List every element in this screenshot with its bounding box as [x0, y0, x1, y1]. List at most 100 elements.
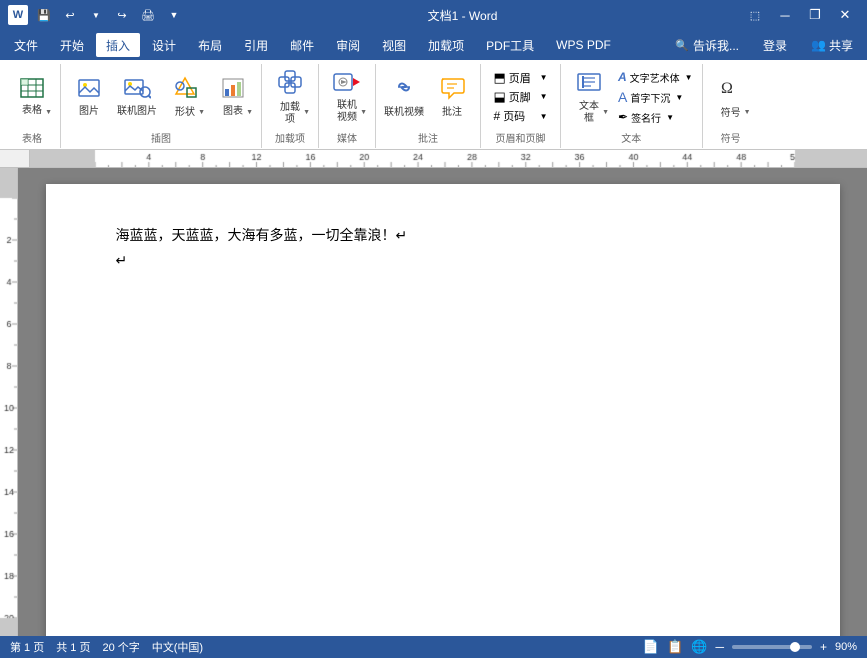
menu-item-mailings[interactable]: 邮件	[280, 33, 324, 57]
addon-icon	[277, 69, 303, 100]
ribbon-group-symbols-label: 符号	[721, 128, 741, 148]
doc-scroll-area[interactable]: 海蓝蓝，天蓝蓝，大海有多蓝，一切全靠浪！↵ ↵	[18, 168, 867, 636]
wordart-button[interactable]: A 文字艺术体 ▼	[615, 68, 696, 86]
doc-page[interactable]: 海蓝蓝，天蓝蓝，大海有多蓝，一切全靠浪！↵ ↵	[46, 184, 840, 636]
menu-item-home[interactable]: 开始	[50, 33, 94, 57]
footer-dropdown-arrow[interactable]: ▼	[540, 92, 548, 101]
textbox-button[interactable]: 文本框 ▼	[567, 68, 611, 126]
link-button[interactable]: 联机视频 ▼	[382, 68, 426, 126]
header-dropdown-arrow[interactable]: ▼	[540, 73, 548, 82]
menu-item-pdf-tools[interactable]: PDF工具	[476, 33, 544, 57]
page-indicator: 第 1 页	[10, 639, 44, 655]
ribbon-group-header-footer-label: 页眉和页脚	[496, 128, 546, 148]
total-pages-indicator: 共 1 页	[56, 639, 90, 655]
page-number-button-label: 页码	[503, 108, 525, 124]
save-qa-icon[interactable]: 💾	[34, 5, 54, 25]
shape-icon	[172, 76, 198, 105]
zoom-thumb	[790, 642, 800, 652]
shape-button-label: 形状	[175, 107, 195, 119]
shape-button[interactable]: 形状 ▼	[163, 68, 207, 126]
shape-dropdown-arrow: ▼	[198, 109, 205, 116]
page-number-dropdown-arrow[interactable]: ▼	[540, 112, 548, 121]
ribbon-toggle-icon[interactable]: ⬚	[741, 5, 769, 25]
dropcap-button-label: 首字下沉	[630, 90, 670, 105]
signature-dropdown-arrow[interactable]: ▼	[666, 113, 674, 122]
table-icon	[20, 78, 44, 103]
header-button-label: 页眉	[509, 70, 531, 86]
print-layout-view-icon[interactable]: 📋	[667, 639, 683, 655]
zoom-in-button[interactable]: +	[820, 640, 827, 654]
minimize-button[interactable]: ─	[771, 5, 799, 25]
header-icon: ⬒	[494, 70, 506, 86]
word-app-icon: W	[8, 5, 28, 25]
web-layout-view-icon[interactable]: 🌐	[691, 639, 707, 655]
login-button[interactable]: 登录	[753, 33, 797, 57]
link-dropdown-arrow: ▼	[417, 109, 424, 116]
read-mode-view-icon[interactable]: 📄	[643, 639, 659, 655]
dropcap-dropdown-arrow[interactable]: ▼	[675, 93, 683, 102]
document-area: 海蓝蓝，天蓝蓝，大海有多蓝，一切全靠浪！↵ ↵	[0, 150, 867, 636]
menu-item-file[interactable]: 文件	[4, 33, 48, 57]
chart-button[interactable]: 图表 ▼	[211, 68, 255, 126]
window-title: 文档1 - Word	[184, 7, 741, 24]
addon-button[interactable]: 加载项 ▼	[268, 68, 312, 126]
menu-item-view[interactable]: 视图	[372, 33, 416, 57]
header-footer-group: ⬒ 页眉 ▼ ⬓ 页脚 ▼ # 页码 ▼	[491, 68, 551, 126]
menu-item-review[interactable]: 审阅	[326, 33, 370, 57]
status-bar: 第 1 页 共 1 页 20 个字 中文(中国) 📄 📋 🌐 ─ + 90%	[0, 636, 867, 658]
menu-bar: 文件 开始 插入 设计 布局 引用 邮件 审阅 视图 加载项 PDF工具 WPS…	[0, 30, 867, 60]
chart-dropdown-arrow: ▼	[246, 109, 253, 116]
table-button-label: 表格	[22, 105, 42, 117]
menu-item-insert[interactable]: 插入	[96, 33, 140, 57]
signature-button[interactable]: ✒ 签名行 ▼	[615, 108, 696, 126]
online-image-button[interactable]: 联机图片	[115, 68, 159, 126]
menu-item-design[interactable]: 设计	[142, 33, 186, 57]
menu-item-addins[interactable]: 加载项	[418, 33, 474, 57]
textbox-icon	[576, 70, 602, 99]
dropcap-button[interactable]: A 首字下沉 ▼	[615, 88, 696, 106]
undo-dropdown-icon[interactable]: ▼	[86, 5, 106, 25]
ribbon-group-links: 联机视频 ▼ 批注 批注	[376, 64, 481, 148]
header-button[interactable]: ⬒ 页眉 ▼	[491, 69, 551, 87]
menu-bar-right: 🔍 告诉我... 登录 👥 共享	[665, 33, 863, 57]
wordart-icon: A	[618, 70, 627, 84]
textbox-dropdown-arrow: ▼	[602, 109, 609, 116]
ribbon-group-media-label: 媒体	[337, 128, 357, 148]
title-bar: W 💾 ↩ ▼ ↪ 🖨 ▼ 文档1 - Word ⬚ ─ ❐ ✕	[0, 0, 867, 30]
ruler-corner	[0, 150, 30, 168]
chart-button-label: 图表	[223, 106, 243, 118]
video-button-label: 联机视频	[337, 100, 357, 124]
symbol-dropdown-arrow: ▼	[744, 109, 751, 116]
signature-button-label: 签名行	[631, 110, 661, 125]
ribbon-group-illustrations-label: 插图	[151, 128, 171, 148]
online-image-button-label: 联机图片	[117, 106, 157, 118]
menu-item-references[interactable]: 引用	[234, 33, 278, 57]
scrollable-area: 海蓝蓝，天蓝蓝，大海有多蓝，一切全靠浪！↵ ↵	[0, 168, 867, 636]
ribbon-group-links-label: 批注	[418, 128, 438, 148]
restore-button[interactable]: ❐	[801, 5, 829, 25]
comment-button[interactable]: 批注	[430, 68, 474, 126]
table-button[interactable]: 表格 ▼	[10, 68, 54, 126]
menu-item-wps-pdf[interactable]: WPS PDF	[546, 33, 621, 57]
ribbon-group-illustrations: 图片 联机图片	[61, 64, 262, 148]
zoom-slider[interactable]	[732, 645, 812, 649]
menu-item-layout[interactable]: 布局	[188, 33, 232, 57]
title-bar-left: W 💾 ↩ ▼ ↪ 🖨 ▼	[8, 5, 184, 25]
undo-qa-icon[interactable]: ↩	[60, 5, 80, 25]
video-button[interactable]: 联机视频 ▼	[325, 68, 369, 126]
page-number-button[interactable]: # 页码 ▼	[491, 107, 551, 125]
video-dropdown-arrow: ▼	[360, 109, 367, 116]
footer-button[interactable]: ⬓ 页脚 ▼	[491, 88, 551, 106]
image-button[interactable]: 图片	[67, 68, 111, 126]
customize-qa-icon[interactable]: ▼	[164, 5, 184, 25]
close-button[interactable]: ✕	[831, 5, 859, 25]
share-button[interactable]: 👥 共享	[801, 33, 863, 57]
redo-qa-icon[interactable]: ↪	[112, 5, 132, 25]
ribbon-group-table-label: 表格	[22, 128, 42, 148]
zoom-out-button[interactable]: ─	[715, 640, 724, 654]
tell-me-button[interactable]: 🔍 告诉我...	[665, 33, 749, 57]
ribbon-group-symbols: Ω 符号 ▼ 符号	[703, 64, 759, 148]
symbol-button[interactable]: Ω 符号 ▼	[709, 68, 753, 126]
wordart-dropdown-arrow[interactable]: ▼	[685, 73, 693, 82]
print-qa-icon[interactable]: 🖨	[138, 5, 158, 25]
